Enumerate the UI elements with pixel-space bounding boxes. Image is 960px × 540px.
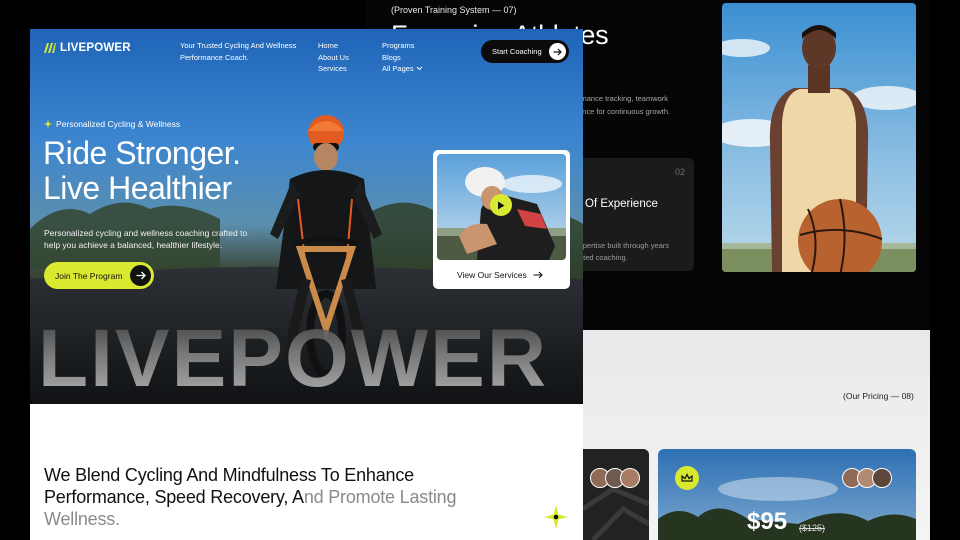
sparkle-icon [544, 505, 568, 529]
price-value: $95 [747, 508, 788, 535]
training-desc-line1: rmance tracking, teamwork [578, 94, 669, 103]
arrow-right-icon [549, 43, 566, 60]
avatar [620, 468, 640, 488]
pricing-card-avatars [842, 468, 892, 488]
nav-about-us[interactable]: About Us [318, 52, 349, 64]
experience-desc-line1: xpertise built through years [579, 241, 670, 250]
athlete-image [722, 3, 916, 272]
services-card[interactable]: View Our Services [433, 150, 570, 289]
hero-eyebrow: Personalized Cycling & Wellness [44, 119, 180, 129]
hero-eyebrow-text: Personalized Cycling & Wellness [56, 119, 181, 129]
pricing-label: (Our Pricing — 08) [843, 391, 914, 401]
hero-headline-line2: Live Healthier [43, 170, 232, 206]
nav-blogs[interactable]: Blogs [382, 52, 423, 64]
view-services-link[interactable]: View Our Services [457, 270, 543, 280]
sparkle-icon [44, 120, 52, 128]
avatar [872, 468, 892, 488]
play-button[interactable] [490, 194, 512, 216]
pricing-card-previous-avatars [590, 468, 640, 488]
experience-card-title: Of Experience [585, 198, 658, 210]
experience-card-description: xpertise built through years ated coachi… [579, 240, 691, 264]
crown-icon [675, 466, 699, 490]
start-coaching-button[interactable]: Start Coaching [481, 40, 569, 63]
start-coaching-label: Start Coaching [492, 47, 542, 56]
page-stage: (Proven Training System — 07) Fo ing Ath… [0, 0, 960, 540]
training-description: rmance tracking, teamwork ance for conti… [578, 92, 708, 118]
pricing-card-previous[interactable] [583, 449, 649, 540]
nav-all-pages-label: All Pages [382, 64, 414, 73]
hero-section: LIVEPOWER Your Trusted Cycling And Welln… [30, 29, 583, 404]
nav-all-pages[interactable]: All Pages [382, 63, 423, 75]
hero-headline-line1: Ride Stronger. [43, 135, 241, 171]
arrow-right-icon [130, 265, 151, 286]
brand-name: LIVEPOWER [60, 42, 131, 54]
training-desc-line2: ance for continuous growth. [578, 107, 671, 116]
training-eyebrow: (Proven Training System — 07) [391, 5, 517, 15]
chevron-down-icon [416, 66, 423, 71]
view-services-label: View Our Services [457, 270, 527, 280]
experience-desc-line2: ated coaching. [579, 253, 628, 262]
experience-card: 02 Of Experience xpertise built through … [565, 158, 694, 271]
hero-headline: Ride Stronger. Live Healthier [43, 136, 241, 206]
old-price-value: ($125) [799, 523, 826, 533]
bolt-logo-icon [44, 43, 56, 53]
join-program-label: Join The Program [55, 270, 123, 281]
nav-services[interactable]: Services [318, 63, 349, 75]
arrow-right-icon [533, 271, 543, 279]
nav-column-1: Home About Us Services [318, 40, 349, 75]
brand-logo[interactable]: LIVEPOWER [44, 42, 131, 54]
hero-watermark-word: LIVEPOWER [38, 313, 549, 404]
mission-statement: We Blend Cycling And Mindfulness To Enha… [44, 464, 464, 530]
hero-subtitle: Personalized cycling and wellness coachi… [44, 228, 248, 250]
nav-column-2: Programs Blogs All Pages [382, 40, 423, 75]
nav-programs[interactable]: Programs [382, 40, 423, 52]
header-tagline: Your Trusted Cycling And Wellness Perfor… [180, 41, 297, 62]
play-icon [498, 201, 505, 209]
join-program-button[interactable]: Join The Program [44, 262, 154, 289]
experience-card-number: 02 [674, 167, 685, 177]
nav-home[interactable]: Home [318, 40, 349, 52]
